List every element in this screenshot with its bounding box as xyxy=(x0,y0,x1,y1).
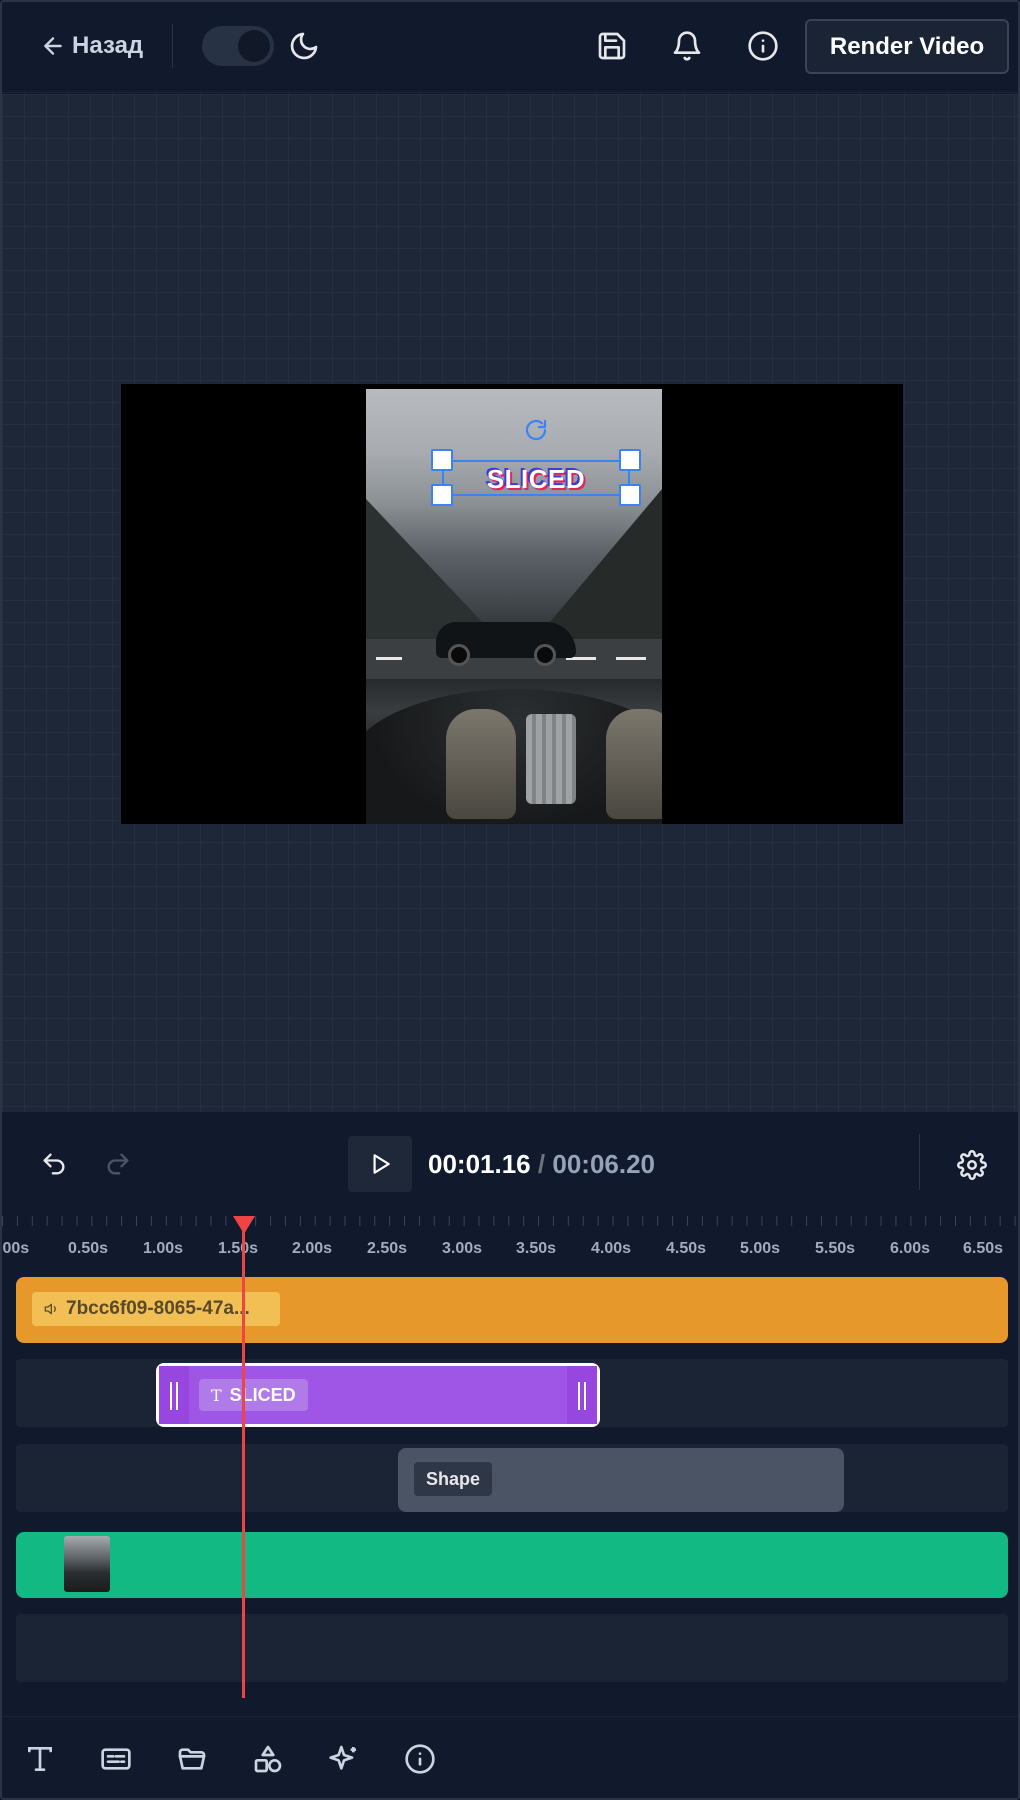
text-tool-icon[interactable] xyxy=(24,1743,56,1775)
captions-icon[interactable] xyxy=(100,1743,132,1775)
text-clip[interactable]: T SLICED xyxy=(156,1363,600,1427)
road-marking xyxy=(376,657,402,660)
app-frame: Назад Render Video SLICED 00:01.16 / 00:… xyxy=(0,0,1020,1800)
arrow-left-icon xyxy=(44,37,62,55)
ruler-label: 2.50s xyxy=(367,1240,408,1257)
rotate-handle-icon[interactable] xyxy=(524,418,548,442)
ruler-label: 5.00s xyxy=(740,1240,781,1257)
text-clip-name: SLICED xyxy=(229,1384,296,1405)
resize-handle-tl[interactable] xyxy=(431,449,453,471)
timeline[interactable]: .00s 0.50s 1.00s 1.50s 2.00s 2.50s 3.00s… xyxy=(0,1216,1018,1716)
top-bar: Назад Render Video xyxy=(2,2,1018,93)
current-time: 00:01.16 xyxy=(428,1149,531,1179)
ruler-label: 4.50s xyxy=(666,1240,707,1257)
toggle-knob xyxy=(238,30,270,62)
audio-clip[interactable]: 7bcc6f09-8065-47a... xyxy=(16,1277,1008,1343)
resize-handle-bl[interactable] xyxy=(431,484,453,506)
time-display: 00:01.16 / 00:06.20 xyxy=(428,1146,655,1182)
text-clip-label: T SLICED xyxy=(199,1379,308,1411)
clip-trim-handle-left[interactable] xyxy=(159,1366,189,1424)
undo-icon[interactable] xyxy=(40,1150,68,1178)
info-icon[interactable] xyxy=(404,1743,436,1775)
clip-trim-handle-right[interactable] xyxy=(567,1366,597,1424)
ruler-label: 6.50s xyxy=(963,1240,1004,1257)
moon-icon xyxy=(290,32,318,60)
ruler-label: 4.00s xyxy=(591,1240,632,1257)
suitcase xyxy=(526,714,576,804)
ruler-label: 0.50s xyxy=(68,1240,109,1257)
ruler-label: 1.00s xyxy=(143,1240,184,1257)
car-seat xyxy=(606,709,662,819)
playback-controls: 00:01.16 / 00:06.20 xyxy=(2,1112,1018,1216)
back-button[interactable]: Назад xyxy=(40,27,143,65)
car-wheel xyxy=(534,644,556,666)
back-label: Назад xyxy=(72,32,144,59)
ruler-label: 5.50s xyxy=(815,1240,856,1257)
video-preview[interactable] xyxy=(366,389,662,824)
playhead[interactable] xyxy=(242,1220,245,1698)
road-marking xyxy=(616,657,646,660)
overlay-text[interactable]: SLICED xyxy=(442,462,630,496)
resize-handle-tr[interactable] xyxy=(619,449,641,471)
text-type-icon: T xyxy=(211,1385,222,1405)
ruler-label: 3.50s xyxy=(516,1240,557,1257)
play-icon xyxy=(373,1154,390,1174)
resize-handle-br[interactable] xyxy=(619,484,641,506)
info-icon[interactable] xyxy=(747,30,779,62)
theme-toggle[interactable] xyxy=(202,26,274,66)
empty-track[interactable] xyxy=(16,1614,1008,1682)
shape-clip-name: Shape xyxy=(414,1462,493,1496)
speaker-icon xyxy=(44,1303,56,1315)
play-button[interactable] xyxy=(348,1136,412,1192)
video-thumbnail xyxy=(64,1536,110,1592)
total-time: 00:06.20 xyxy=(552,1149,656,1179)
video-clip[interactable] xyxy=(16,1532,1008,1598)
time-ruler[interactable]: .00s 0.50s 1.00s 1.50s 2.00s 2.50s 3.00s… xyxy=(0,1216,1018,1257)
ruler-label: 1.50s xyxy=(218,1240,259,1257)
controls-divider xyxy=(919,1134,920,1190)
audio-clip-name: 7bcc6f09-8065-47a... xyxy=(66,1298,250,1319)
ruler-label: 6.00s xyxy=(890,1240,931,1257)
shape-clip[interactable]: Shape xyxy=(398,1448,844,1512)
bell-icon[interactable] xyxy=(671,30,703,62)
ruler-label: 3.00s xyxy=(442,1240,483,1257)
render-video-button[interactable]: Render Video xyxy=(805,19,1009,74)
gear-icon[interactable] xyxy=(957,1150,987,1180)
redo-icon[interactable] xyxy=(104,1150,132,1178)
sparkles-icon[interactable] xyxy=(328,1743,360,1775)
folder-icon[interactable] xyxy=(176,1743,208,1775)
ruler-label: .00s xyxy=(0,1240,30,1257)
shapes-icon[interactable] xyxy=(252,1743,284,1775)
save-icon[interactable] xyxy=(596,30,628,62)
car-seat xyxy=(446,709,516,819)
time-separator: / xyxy=(537,1149,546,1179)
ruler-label: 2.00s xyxy=(292,1240,333,1257)
video-stage xyxy=(121,384,903,824)
car-wheel xyxy=(448,644,470,666)
header-divider xyxy=(172,24,173,68)
editor-canvas[interactable] xyxy=(2,94,1018,1112)
bottom-toolbar xyxy=(2,1716,1018,1798)
